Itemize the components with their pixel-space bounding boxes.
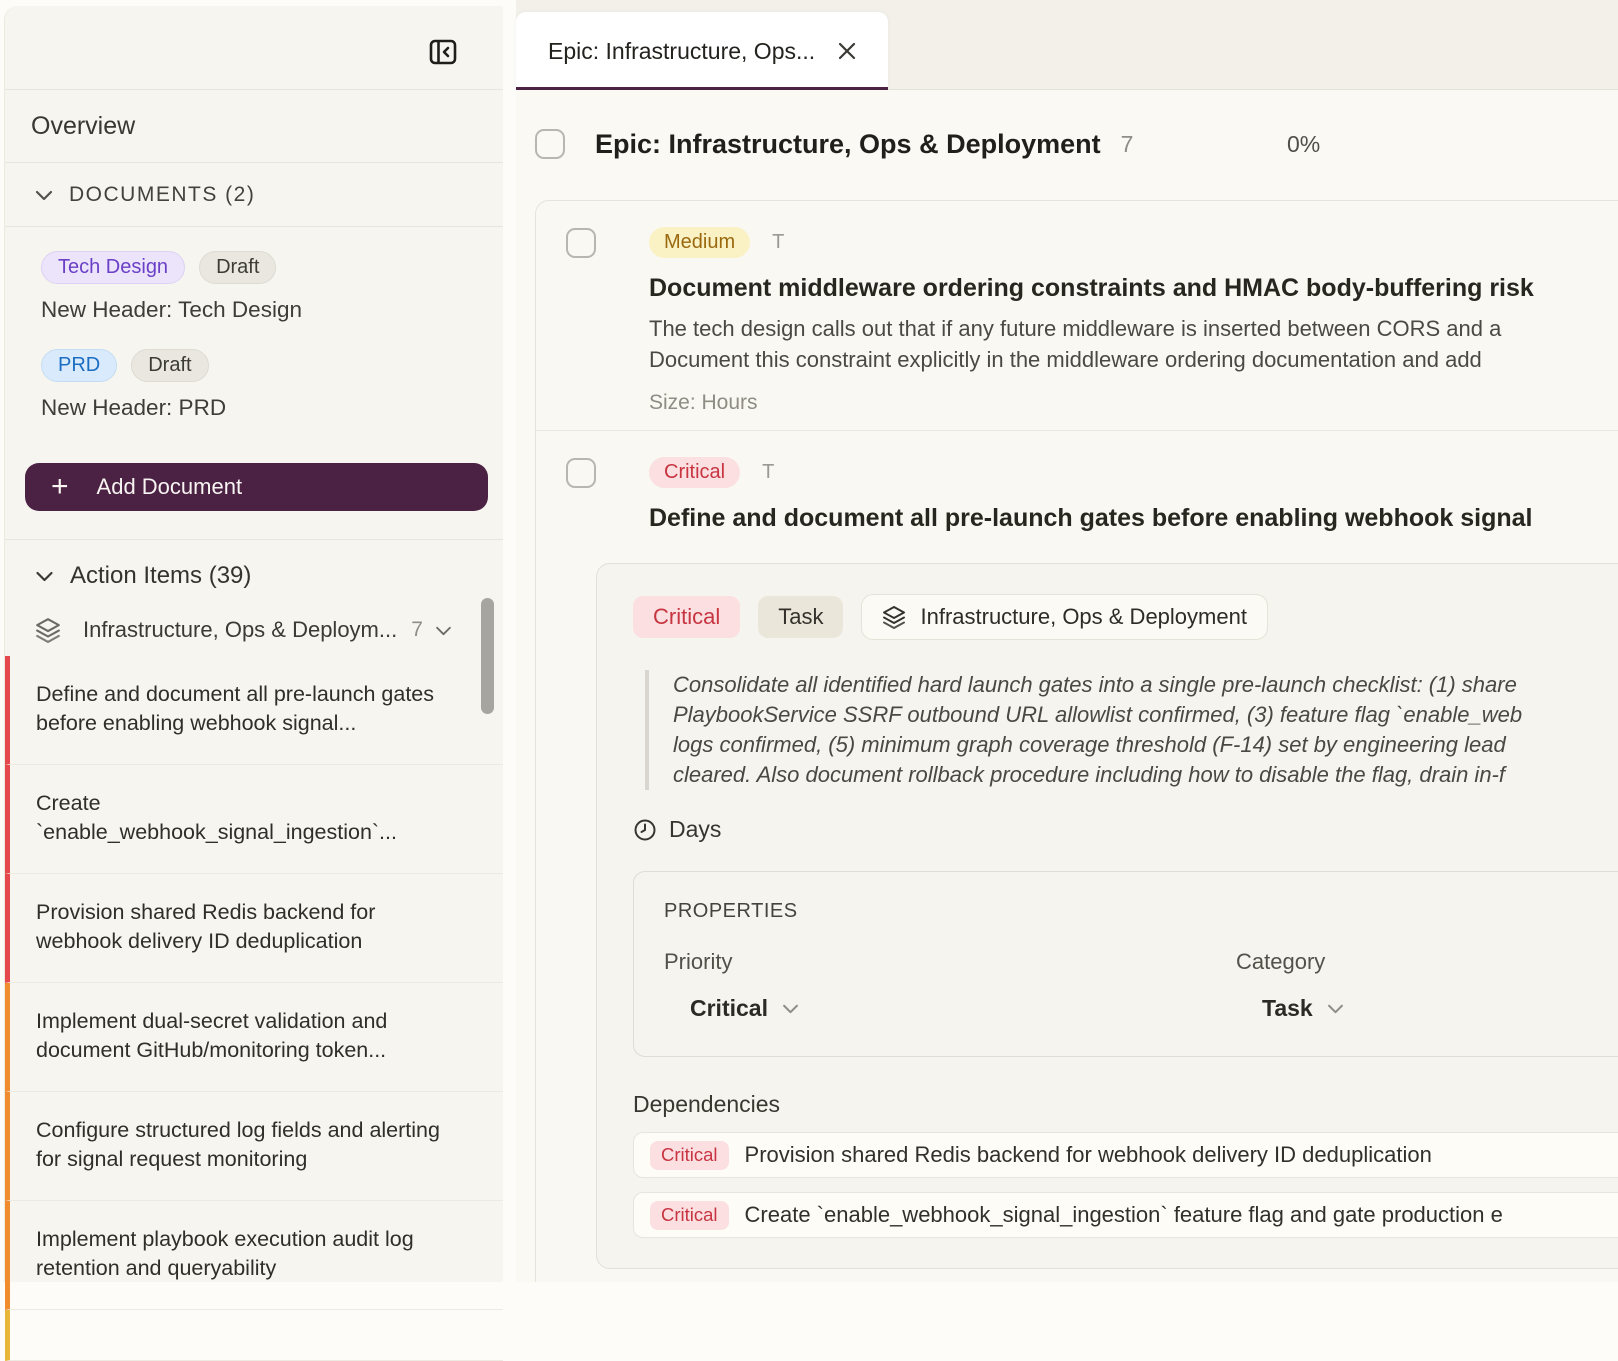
layers-icon <box>882 605 906 629</box>
epic-title: Epic: Infrastructure, Ops & Deployment <box>595 129 1101 160</box>
task-type-letter: T <box>772 231 784 254</box>
dependency-row[interactable]: Critical Create `enable_webhook_signal_i… <box>633 1192 1618 1238</box>
action-item[interactable] <box>5 1310 503 1361</box>
close-tab-button[interactable] <box>832 36 862 66</box>
task-detail-panel: Critical Task Infrastructure, Ops & Depl… <box>596 563 1618 1269</box>
plus-icon: + <box>51 472 69 502</box>
category-label: Category <box>1236 949 1618 975</box>
task-title: Define and document all pre-launch gates… <box>649 504 1618 533</box>
epic-progress: 0% <box>1287 131 1320 158</box>
document-entry[interactable]: PRD Draft New Header: PRD <box>25 349 483 421</box>
documents-list: Tech Design Draft New Header: Tech Desig… <box>5 227 503 457</box>
documents-section-header[interactable]: DOCUMENTS (2) <box>5 163 503 227</box>
effort-value: Days <box>669 816 721 843</box>
layers-icon <box>35 617 61 643</box>
epic-group-count: 7 <box>411 618 423 642</box>
chevron-down-icon <box>35 189 53 201</box>
tab-label: Epic: Infrastructure, Ops... <box>548 38 822 65</box>
task-list-card: Medium T Document middleware ordering co… <box>535 200 1618 1282</box>
doc-title: New Header: Tech Design <box>41 297 483 323</box>
task-checkbox[interactable] <box>566 458 596 488</box>
detail-category-badge: Task <box>758 596 843 638</box>
doc-status-badge: Draft <box>131 349 208 382</box>
dependency-row[interactable]: Critical Provision shared Redis backend … <box>633 1132 1618 1178</box>
detail-epic-label: Infrastructure, Ops & Deployment <box>920 604 1246 630</box>
priority-badge: Critical <box>649 457 740 488</box>
detail-epic-badge[interactable]: Infrastructure, Ops & Deployment <box>861 594 1267 640</box>
chevron-down-icon <box>782 1003 799 1014</box>
sidebar: Overview DOCUMENTS (2) Tech Design Draft… <box>4 6 503 1282</box>
sidebar-item-overview[interactable]: Overview <box>5 90 503 163</box>
action-item[interactable]: Implement dual-secret validation and doc… <box>5 983 503 1092</box>
chevron-down-icon <box>1327 1003 1344 1014</box>
priority-badge: Medium <box>649 227 750 258</box>
epic-group-row[interactable]: Infrastructure, Ops & Deploym... 7 <box>5 604 503 656</box>
epic-task-count: 7 <box>1121 131 1134 158</box>
priority-select-value: Critical <box>690 995 768 1022</box>
detail-priority-badge: Critical <box>633 596 740 638</box>
task-size: Size: Hours <box>649 391 1618 415</box>
action-item[interactable]: Define and document all pre-launch gates… <box>5 656 503 765</box>
doc-type-badge: PRD <box>41 349 117 382</box>
properties-box: PROPERTIES Priority Critical <box>633 871 1618 1057</box>
chevron-down-icon <box>35 570 54 582</box>
dependency-priority-badge: Critical <box>650 1141 729 1170</box>
task-type-letter: T <box>762 461 774 484</box>
add-document-label: Add Document <box>97 474 243 500</box>
divider <box>5 539 503 540</box>
category-select[interactable]: Task <box>1262 995 1618 1022</box>
task-title: Document middleware ordering constraints… <box>649 274 1618 303</box>
priority-select[interactable]: Critical <box>690 995 1236 1022</box>
collapse-sidebar-button[interactable] <box>425 34 461 70</box>
task-detail-quote: Consolidate all identified hard launch g… <box>645 670 1618 790</box>
action-items-title: Action Items (39) <box>70 562 251 590</box>
dependencies-title: Dependencies <box>633 1091 1618 1118</box>
main-content: Epic: Infrastructure, Ops & Deployment 7… <box>516 90 1618 1282</box>
category-select-value: Task <box>1262 995 1313 1022</box>
tab-bar: Epic: Infrastructure, Ops... <box>516 0 1618 90</box>
document-entry[interactable]: Tech Design Draft New Header: Tech Desig… <box>25 251 483 323</box>
action-item[interactable]: Create `enable_webhook_signal_ingestion`… <box>5 765 503 874</box>
collapse-sidebar-icon <box>427 36 459 68</box>
action-item[interactable]: Provision shared Redis backend for webho… <box>5 874 503 983</box>
epic-checkbox[interactable] <box>535 129 565 159</box>
sidebar-scrollbar-thumb[interactable] <box>481 598 494 714</box>
action-item[interactable]: Implement playbook execution audit log r… <box>5 1201 503 1310</box>
documents-section-title: DOCUMENTS (2) <box>69 183 255 207</box>
epic-header: Epic: Infrastructure, Ops & Deployment 7… <box>535 112 1618 176</box>
effort-row: Days <box>633 816 1618 843</box>
dependency-text: Create `enable_webhook_signal_ingestion`… <box>745 1202 1503 1228</box>
clock-icon <box>633 818 657 842</box>
epic-group-label: Infrastructure, Ops & Deploym... <box>83 617 397 643</box>
task-row-medium[interactable]: Medium T Document middleware ordering co… <box>536 201 1618 431</box>
add-document-button[interactable]: + Add Document <box>25 463 488 511</box>
action-items-section-header[interactable]: Action Items (39) <box>5 548 503 604</box>
doc-status-badge: Draft <box>199 251 276 284</box>
task-description: The tech design calls out that if any fu… <box>649 313 1618 375</box>
task-checkbox[interactable] <box>566 228 596 258</box>
doc-type-badge: Tech Design <box>41 251 185 284</box>
action-item[interactable]: Configure structured log fields and aler… <box>5 1092 503 1201</box>
properties-title: PROPERTIES <box>664 900 1618 923</box>
priority-label: Priority <box>664 949 1236 975</box>
sidebar-header <box>5 6 503 90</box>
doc-title: New Header: PRD <box>41 395 483 421</box>
dependency-text: Provision shared Redis backend for webho… <box>745 1142 1432 1168</box>
tab-epic-infrastructure[interactable]: Epic: Infrastructure, Ops... <box>516 12 888 90</box>
task-row-critical[interactable]: Critical T Define and document all pre-l… <box>536 431 1618 1269</box>
dependency-priority-badge: Critical <box>650 1201 729 1230</box>
chevron-down-icon <box>435 625 452 636</box>
